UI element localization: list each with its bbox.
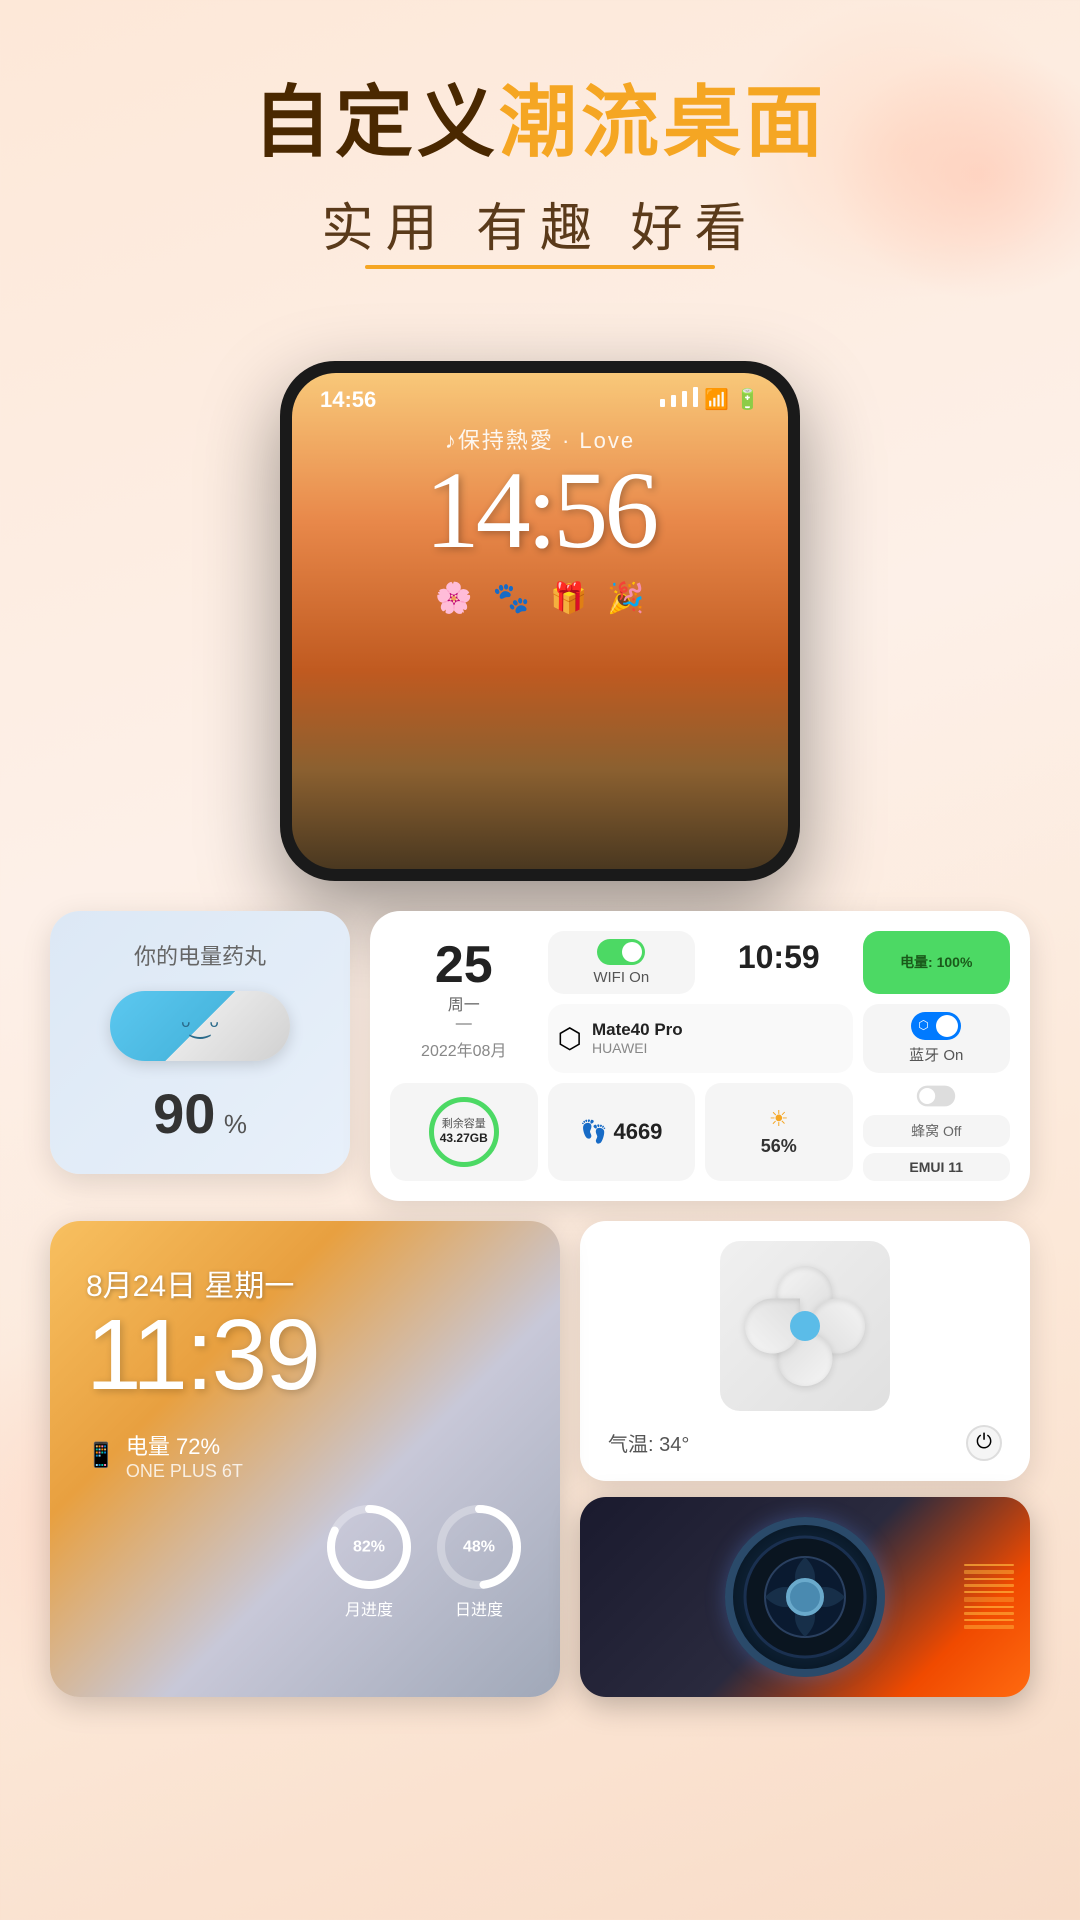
battery-percent-value: 90 <box>153 1082 215 1145</box>
storage-size: 43.27GB <box>440 1131 488 1145</box>
steps-icon: 👣 <box>580 1119 607 1145</box>
fan-mechanic <box>725 1517 885 1677</box>
fan-widget-column: 气温: 34° ⏻ <box>580 1221 1030 1697</box>
cell-brightness: ☀ 56% <box>705 1083 853 1181</box>
system-widget: 25 周一 — 2022年08月 WIFI On 10:59 <box>370 911 1030 1201</box>
cell-steps: 👣 4669 <box>548 1083 696 1181</box>
huawei-info: Mate40 Pro HUAWEI <box>592 1020 843 1056</box>
main-title: 自定义潮流桌面 <box>60 80 1020 166</box>
pill-image: ᵕ‿ᵕ <box>110 991 290 1061</box>
phone-screen: 14:56 📶 🔋 ♪保持熱愛 · Love 14:56 🌸🐾� <box>292 373 788 869</box>
battery-widget-title: 你的电量药丸 <box>80 939 320 971</box>
brightness-value: 56% <box>761 1136 797 1157</box>
subtitle: 实用 有趣 好看 <box>322 186 759 261</box>
barcode-strip <box>964 1497 1014 1697</box>
fan-center <box>790 1311 820 1341</box>
fan-body <box>720 1241 890 1411</box>
widgets-section: 你的电量药丸 ᵕ‿ᵕ 90 % 25 周一 — 2022年08月 <box>0 901 1080 1727</box>
system-grid: 25 周一 — 2022年08月 WIFI On 10:59 <box>390 931 1010 1181</box>
cellular-label: 蜂窝 Off <box>863 1115 1011 1147</box>
signal-icon <box>660 387 698 413</box>
monthly-progress-svg: 82% <box>324 1502 414 1592</box>
clock-time-big: 11:39 <box>86 1305 524 1405</box>
fan-temp-label: 气温: 34° <box>608 1428 689 1457</box>
phone-mockup: 14:56 📶 🔋 ♪保持熱愛 · Love 14:56 🌸🐾� <box>280 361 800 881</box>
cell-date-week: 周一 — <box>398 991 530 1033</box>
cell-battery: 电量: 100% <box>863 931 1011 994</box>
cell-date-month: 2022年08月 <box>398 1037 530 1061</box>
wifi-label: WIFI On <box>593 969 649 986</box>
widgets-row1: 你的电量药丸 ᵕ‿ᵕ 90 % 25 周一 — 2022年08月 <box>50 911 1030 1201</box>
storage-label: 剩余容量 <box>442 1118 486 1131</box>
fan-widget-top: 气温: 34° ⏻ <box>580 1221 1030 1481</box>
cell-storage: 剩余容量 43.27GB <box>390 1083 538 1181</box>
device-phone-icon: 📱 <box>86 1441 116 1470</box>
power-icon: ⏻ <box>976 1431 992 1454</box>
battery-percent-display: 90 % <box>80 1081 320 1146</box>
phone-status-icons: 📶 🔋 <box>660 387 760 413</box>
clock-progress-row: 82% 月进度 48% 日进度 <box>86 1502 524 1620</box>
phone-time-display: ♪保持熱愛 · Love 14:56 <box>292 423 788 565</box>
huawei-model: Mate40 Pro <box>592 1020 843 1040</box>
bt-toggle[interactable] <box>911 1012 961 1040</box>
cell-time: 10:59 <box>705 931 853 994</box>
phone-section: 14:56 📶 🔋 ♪保持熱愛 · Love 14:56 🌸🐾� <box>0 301 1080 901</box>
daily-progress-wrap: 48% 日进度 <box>434 1502 524 1620</box>
header-section: 自定义潮流桌面 实用 有趣 好看 <box>0 0 1080 301</box>
monthly-label: 月进度 <box>345 1596 393 1620</box>
cellular-toggle[interactable] <box>917 1085 955 1106</box>
svg-text:82%: 82% <box>353 1538 385 1555</box>
monthly-progress-wrap: 82% 月进度 <box>324 1502 414 1620</box>
bt-label: 蓝牙 On <box>909 1044 963 1065</box>
fan-temp-row: 气温: 34° ⏻ <box>600 1425 1010 1461</box>
svg-text:48%: 48% <box>463 1538 495 1555</box>
title-part2: 潮流桌面 <box>499 78 827 166</box>
battery-icon: 🔋 <box>735 387 760 412</box>
phone-icon-row: 🌸🐾🎁🎉 <box>292 581 788 616</box>
device-info: 电量 72% ONE PLUS 6T <box>126 1429 524 1482</box>
brightness-icon: ☀ <box>769 1106 789 1132</box>
fan-widget-bottom <box>580 1497 1030 1697</box>
cell-time-value: 10:59 <box>713 939 845 976</box>
device-battery: 电量 72% <box>126 1429 524 1461</box>
device-name: ONE PLUS 6T <box>126 1461 524 1482</box>
wifi-icon: 📶 <box>704 387 729 412</box>
emui-label: EMUI 11 <box>863 1153 1011 1181</box>
phone-big-time: 14:56 <box>292 455 788 565</box>
clock-device-row: 📱 电量 72% ONE PLUS 6T <box>86 1429 524 1482</box>
huawei-logo-icon: ⬡ <box>558 1022 582 1055</box>
cell-date-day: 25 <box>398 939 530 991</box>
daily-progress-svg: 48% <box>434 1502 524 1592</box>
dark-fan-svg <box>735 1527 875 1667</box>
widgets-row2: 8月24日 星期一 11:39 📱 电量 72% ONE PLUS 6T 82%… <box>50 1221 1030 1697</box>
cell-wifi[interactable]: WIFI On <box>548 931 696 994</box>
daily-label: 日进度 <box>455 1596 503 1620</box>
cell-cellular: 蜂窝 Off EMUI 11 <box>863 1083 1011 1181</box>
cell-bt[interactable]: 蓝牙 On <box>863 1004 1011 1073</box>
storage-circle: 剩余容量 43.27GB <box>429 1097 499 1167</box>
battery-bar-text: 电量: 100% <box>900 952 972 972</box>
title-part1: 自定义 <box>253 78 499 166</box>
phone-music-text: ♪保持熱愛 · Love <box>292 423 788 455</box>
fan-blade <box>745 1266 865 1386</box>
cell-huawei: ⬡ Mate40 Pro HUAWEI <box>548 1004 853 1073</box>
pill-face: ᵕ‿ᵕ <box>181 1011 218 1040</box>
huawei-brand: HUAWEI <box>592 1040 843 1056</box>
steps-value: 4669 <box>613 1119 662 1145</box>
battery-widget: 你的电量药丸 ᵕ‿ᵕ 90 % <box>50 911 350 1174</box>
wifi-toggle[interactable] <box>597 939 645 965</box>
battery-unit: % <box>224 1109 247 1139</box>
phone-status-bar: 14:56 📶 🔋 <box>292 373 788 413</box>
phone-status-time: 14:56 <box>320 387 376 413</box>
clock-widget: 8月24日 星期一 11:39 📱 电量 72% ONE PLUS 6T 82%… <box>50 1221 560 1697</box>
cell-date: 25 周一 — 2022年08月 <box>390 931 538 1073</box>
fan-bottom-inner <box>596 1513 1014 1681</box>
fan-power-button[interactable]: ⏻ <box>966 1425 1002 1461</box>
